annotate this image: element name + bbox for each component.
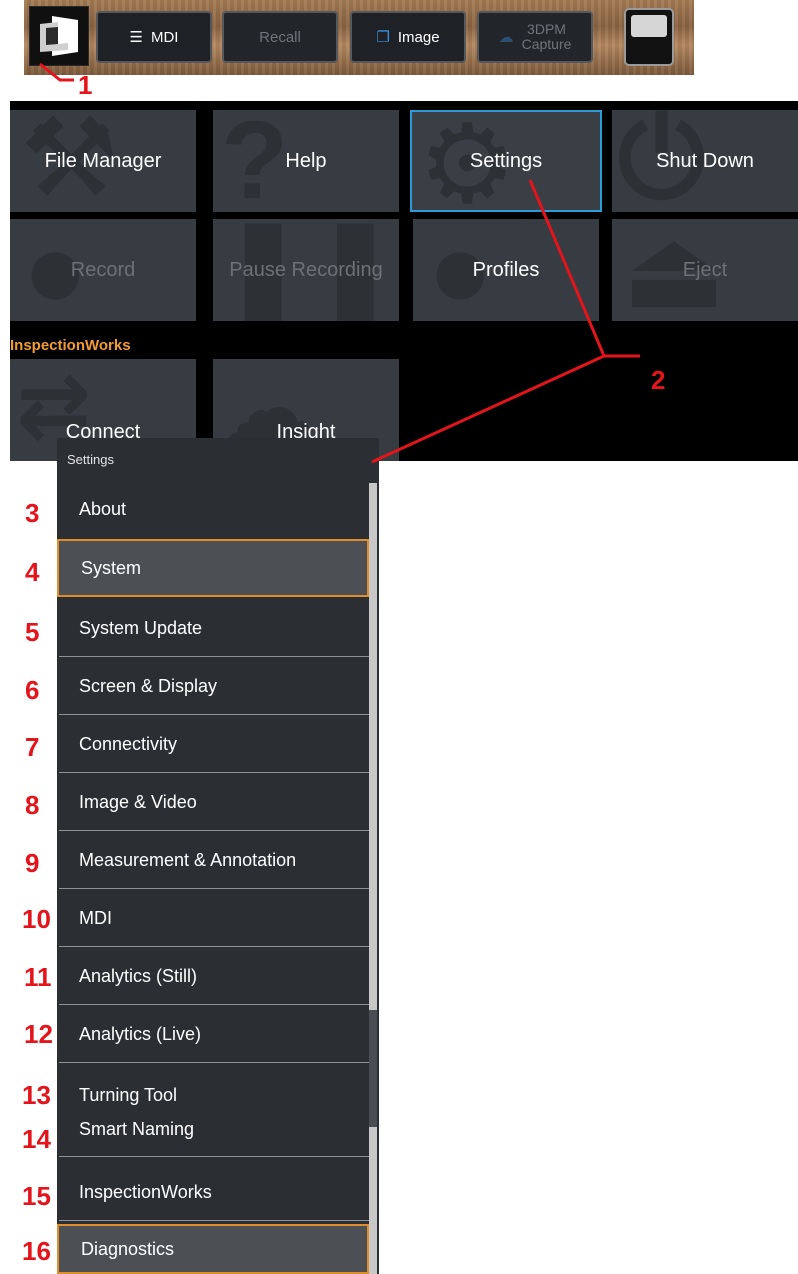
settings-item-mdi[interactable]: MDI: [57, 889, 369, 947]
settings-item-system[interactable]: System: [57, 539, 369, 597]
callout-15: 15: [22, 1181, 51, 1211]
capture-label-line1: 3DPM: [527, 21, 566, 37]
settings-item-label: Measurement & Annotation: [79, 849, 297, 870]
callout-12: 12: [24, 1019, 53, 1049]
callout-7: 7: [25, 732, 40, 762]
mdi-button[interactable]: ☰ MDI: [96, 11, 212, 63]
tile-profiles[interactable]: ● Profiles: [413, 219, 599, 321]
settings-item-label: System: [81, 557, 142, 578]
toggle-knob: [631, 15, 667, 37]
toggle-switch[interactable]: [624, 8, 674, 66]
recall-button[interactable]: Recall: [222, 11, 338, 63]
settings-menu-title: Settings: [67, 452, 114, 467]
main-menu-button[interactable]: [29, 6, 89, 66]
settings-item-label: Analytics (Still): [79, 965, 198, 986]
capture-label-line2: Capture: [521, 36, 572, 52]
tile-label: File Manager: [44, 149, 162, 172]
settings-item-inspectionworks[interactable]: InspectionWorks: [57, 1163, 369, 1221]
settings-scrollbar[interactable]: [369, 483, 377, 1274]
settings-item-measurement-annotation[interactable]: Measurement & Annotation: [57, 831, 369, 889]
callout-13: 13: [22, 1080, 51, 1110]
settings-item-screen-display[interactable]: Screen & Display: [57, 657, 369, 715]
recall-button-label: Recall: [259, 28, 301, 46]
top-toolbar: ☰ MDI Recall ❐ Image ☁ 3DPM Capture: [24, 0, 694, 75]
settings-item-label: Diagnostics: [81, 1238, 175, 1259]
image-button[interactable]: ❐ Image: [350, 11, 466, 63]
settings-item-label: Analytics (Live): [79, 1023, 202, 1044]
callout-5: 5: [25, 617, 40, 647]
question-icon: ?: [221, 110, 289, 212]
settings-item-analytics-live[interactable]: Analytics (Live): [57, 1005, 369, 1063]
app-logo-icon: [40, 16, 78, 56]
callout-9: 9: [25, 848, 40, 878]
settings-menu: Settings About System System Update Scre…: [57, 438, 379, 1274]
tile-record[interactable]: ● Record: [10, 219, 196, 321]
callout-1: 1: [78, 70, 93, 100]
settings-item-label: About: [79, 498, 127, 519]
settings-item-label: Connectivity: [79, 733, 178, 754]
list-icon: ☰: [129, 29, 143, 46]
callout-4: 4: [25, 557, 40, 587]
settings-item-connectivity[interactable]: Connectivity: [57, 715, 369, 773]
callout-2: 2: [651, 365, 666, 395]
settings-item-diagnostics[interactable]: Diagnostics: [57, 1224, 369, 1274]
tile-pause-recording[interactable]: ❚❚ Pause Recording: [213, 219, 399, 321]
image-button-label: Image: [397, 28, 440, 46]
settings-item-label: System Update: [79, 617, 203, 638]
mdi-button-label: MDI: [150, 28, 179, 46]
callout-11: 11: [24, 962, 52, 992]
tile-file-manager[interactable]: ⚒ File Manager: [10, 110, 196, 212]
capture-icon: ☁: [498, 29, 514, 46]
settings-item-image-video[interactable]: Image & Video: [57, 773, 369, 831]
settings-item-label: Smart Naming: [79, 1119, 195, 1139]
callout-16: 16: [22, 1236, 51, 1266]
settings-item-label: Image & Video: [79, 791, 197, 812]
tile-eject[interactable]: ⏏ Eject: [612, 219, 798, 321]
tile-label: Settings: [469, 149, 543, 172]
tile-label: Profiles: [472, 258, 540, 281]
settings-item-label: Screen & Display: [79, 675, 218, 696]
scrollbar-thumb[interactable]: [369, 1010, 377, 1127]
callout-6: 6: [25, 675, 40, 705]
3dpm-capture-button[interactable]: ☁ 3DPM Capture: [477, 11, 593, 63]
scrollbar-segment: [369, 483, 377, 1010]
settings-item-label: MDI: [79, 907, 112, 928]
settings-item-system-update[interactable]: System Update: [57, 599, 369, 657]
callout-3: 3: [25, 498, 40, 528]
settings-item-label: InspectionWorks: [79, 1181, 212, 1202]
tile-label: Record: [70, 258, 136, 281]
settings-item-smart-naming[interactable]: Smart Naming: [57, 1102, 369, 1157]
inspectionworks-heading: InspectionWorks: [10, 337, 131, 354]
callout-10: 10: [22, 904, 51, 934]
callout-14: 14: [22, 1124, 51, 1154]
tile-label: Shut Down: [656, 149, 754, 172]
scrollbar-segment: [369, 1127, 377, 1274]
image-stack-icon: ❐: [376, 29, 390, 46]
tile-settings[interactable]: ⚙ Settings: [410, 110, 602, 212]
tile-label: Pause Recording: [229, 258, 383, 281]
tile-label: Eject: [682, 258, 728, 281]
tile-label: Help: [285, 149, 327, 172]
settings-item-analytics-still[interactable]: Analytics (Still): [57, 947, 369, 1005]
tile-help[interactable]: ? Help: [213, 110, 399, 212]
callout-8: 8: [25, 790, 40, 820]
main-menu-panel: ⚒ File Manager ? Help ⚙ Settings ⏻ Shut …: [10, 101, 798, 461]
settings-item-about[interactable]: About: [57, 480, 369, 538]
tile-shut-down[interactable]: ⏻ Shut Down: [612, 110, 798, 212]
